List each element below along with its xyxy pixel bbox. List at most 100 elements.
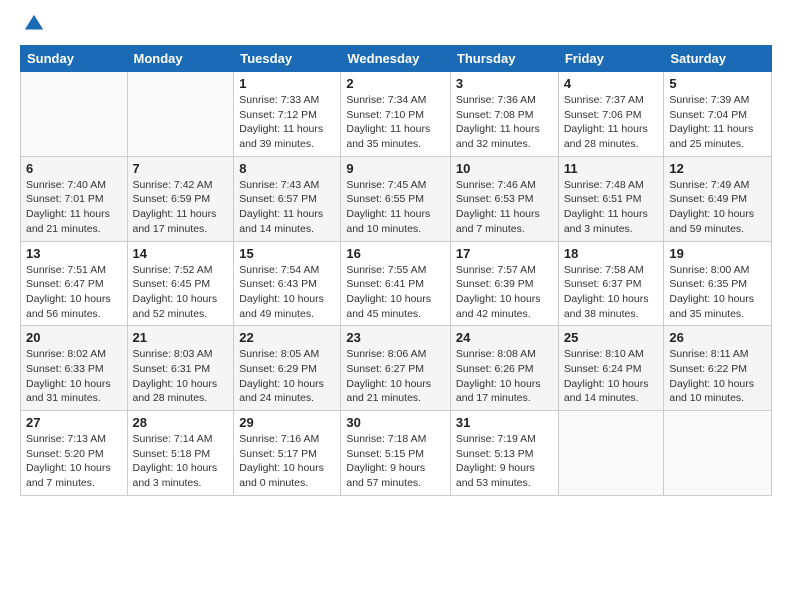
day-info: Sunrise: 7:42 AMSunset: 6:59 PMDaylight:… [133,178,229,237]
day-info: Sunrise: 7:33 AMSunset: 7:12 PMDaylight:… [239,93,335,152]
calendar-day-cell: 1 Sunrise: 7:33 AMSunset: 7:12 PMDaylight… [234,72,341,157]
day-info: Sunrise: 7:55 AMSunset: 6:41 PMDaylight:… [346,263,445,322]
calendar-day-cell: 12 Sunrise: 7:49 AMSunset: 6:49 PMDayligh… [664,156,772,241]
day-number: 21 [133,330,229,345]
calendar-day-cell [127,72,234,157]
calendar-header-saturday: Saturday [664,46,772,72]
day-number: 6 [26,161,122,176]
calendar-day-cell: 6 Sunrise: 7:40 AMSunset: 7:01 PMDaylight… [21,156,128,241]
calendar-header-monday: Monday [127,46,234,72]
day-number: 22 [239,330,335,345]
day-info: Sunrise: 8:00 AMSunset: 6:35 PMDaylight:… [669,263,766,322]
day-number: 1 [239,76,335,91]
calendar-day-cell: 21 Sunrise: 8:03 AMSunset: 6:31 PMDayligh… [127,326,234,411]
calendar-day-cell: 8Sunrise: 7:43 AMSunset: 6:57 PMDaylight… [234,156,341,241]
day-number: 4 [564,76,659,91]
calendar-day-cell: 29 Sunrise: 7:16 AMSunset: 5:17 PMDayligh… [234,411,341,496]
day-number: 2 [346,76,445,91]
calendar-day-cell: 5Sunrise: 7:39 AMSunset: 7:04 PMDaylight… [664,72,772,157]
logo-icon [23,13,45,35]
day-number: 5 [669,76,766,91]
day-number: 13 [26,246,122,261]
day-info: Sunrise: 7:48 AMSunset: 6:51 PMDaylight:… [564,178,659,237]
calendar-week-row: 27 Sunrise: 7:13 AMSunset: 5:20 PMDayligh… [21,411,772,496]
calendar-day-cell: 4 Sunrise: 7:37 AMSunset: 7:06 PMDaylight… [558,72,664,157]
calendar-day-cell: 14Sunrise: 7:52 AMSunset: 6:45 PMDayligh… [127,241,234,326]
calendar-header-wednesday: Wednesday [341,46,451,72]
calendar-day-cell: 16 Sunrise: 7:55 AMSunset: 6:41 PMDayligh… [341,241,451,326]
day-info: Sunrise: 7:49 AMSunset: 6:49 PMDaylight:… [669,178,766,237]
calendar-day-cell [558,411,664,496]
day-info: Sunrise: 7:18 AMSunset: 5:15 PMDaylight:… [346,432,445,491]
page: SundayMondayTuesdayWednesdayThursdayFrid… [0,0,792,612]
day-info: Sunrise: 7:51 AMSunset: 6:47 PMDaylight:… [26,263,122,322]
day-info: Sunrise: 7:58 AMSunset: 6:37 PMDaylight:… [564,263,659,322]
day-number: 9 [346,161,445,176]
calendar-day-cell: 28 Sunrise: 7:14 AMSunset: 5:18 PMDayligh… [127,411,234,496]
day-info: Sunrise: 7:36 AMSunset: 7:08 PMDaylight:… [456,93,553,152]
day-number: 26 [669,330,766,345]
day-number: 27 [26,415,122,430]
calendar-header-friday: Friday [558,46,664,72]
day-info: Sunrise: 7:40 AMSunset: 7:01 PMDaylight:… [26,178,122,237]
day-number: 24 [456,330,553,345]
day-info: Sunrise: 7:19 AMSunset: 5:13 PMDaylight:… [456,432,553,491]
day-number: 20 [26,330,122,345]
day-info: Sunrise: 8:08 AMSunset: 6:26 PMDaylight:… [456,347,553,406]
day-info: Sunrise: 7:34 AMSunset: 7:10 PMDaylight:… [346,93,445,152]
day-info: Sunrise: 7:45 AMSunset: 6:55 PMDaylight:… [346,178,445,237]
calendar-day-cell: 27 Sunrise: 7:13 AMSunset: 5:20 PMDayligh… [21,411,128,496]
day-info: Sunrise: 8:02 AMSunset: 6:33 PMDaylight:… [26,347,122,406]
day-info: Sunrise: 8:11 AMSunset: 6:22 PMDaylight:… [669,347,766,406]
calendar-day-cell: 26 Sunrise: 8:11 AMSunset: 6:22 PMDayligh… [664,326,772,411]
day-number: 28 [133,415,229,430]
calendar-day-cell: 23 Sunrise: 8:06 AMSunset: 6:27 PMDayligh… [341,326,451,411]
calendar-day-cell: 30 Sunrise: 7:18 AMSunset: 5:15 PMDayligh… [341,411,451,496]
header [20,15,772,35]
day-number: 30 [346,415,445,430]
day-number: 29 [239,415,335,430]
calendar-day-cell: 17Sunrise: 7:57 AMSunset: 6:39 PMDayligh… [450,241,558,326]
day-info: Sunrise: 8:03 AMSunset: 6:31 PMDaylight:… [133,347,229,406]
calendar-day-cell: 19Sunrise: 8:00 AMSunset: 6:35 PMDayligh… [664,241,772,326]
day-info: Sunrise: 7:16 AMSunset: 5:17 PMDaylight:… [239,432,335,491]
day-number: 12 [669,161,766,176]
day-info: Sunrise: 8:10 AMSunset: 6:24 PMDaylight:… [564,347,659,406]
calendar-day-cell: 24 Sunrise: 8:08 AMSunset: 6:26 PMDayligh… [450,326,558,411]
day-info: Sunrise: 8:06 AMSunset: 6:27 PMDaylight:… [346,347,445,406]
calendar-day-cell: 7 Sunrise: 7:42 AMSunset: 6:59 PMDaylight… [127,156,234,241]
calendar-day-cell: 25 Sunrise: 8:10 AMSunset: 6:24 PMDayligh… [558,326,664,411]
day-info: Sunrise: 7:13 AMSunset: 5:20 PMDaylight:… [26,432,122,491]
calendar-week-row: 1 Sunrise: 7:33 AMSunset: 7:12 PMDaylight… [21,72,772,157]
day-info: Sunrise: 8:05 AMSunset: 6:29 PMDaylight:… [239,347,335,406]
calendar-day-cell: 3Sunrise: 7:36 AMSunset: 7:08 PMDaylight… [450,72,558,157]
calendar-day-cell: 15Sunrise: 7:54 AMSunset: 6:43 PMDayligh… [234,241,341,326]
day-number: 23 [346,330,445,345]
calendar-week-row: 6 Sunrise: 7:40 AMSunset: 7:01 PMDaylight… [21,156,772,241]
calendar-day-cell: 22 Sunrise: 8:05 AMSunset: 6:29 PMDayligh… [234,326,341,411]
calendar-day-cell: 11Sunrise: 7:48 AMSunset: 6:51 PMDayligh… [558,156,664,241]
day-number: 7 [133,161,229,176]
calendar-day-cell: 13 Sunrise: 7:51 AMSunset: 6:47 PMDayligh… [21,241,128,326]
calendar-day-cell: 18 Sunrise: 7:58 AMSunset: 6:37 PMDayligh… [558,241,664,326]
day-number: 16 [346,246,445,261]
calendar-table: SundayMondayTuesdayWednesdayThursdayFrid… [20,45,772,496]
day-info: Sunrise: 7:14 AMSunset: 5:18 PMDaylight:… [133,432,229,491]
day-info: Sunrise: 7:57 AMSunset: 6:39 PMDaylight:… [456,263,553,322]
calendar-header-sunday: Sunday [21,46,128,72]
calendar-day-cell: 10Sunrise: 7:46 AMSunset: 6:53 PMDayligh… [450,156,558,241]
calendar-day-cell [21,72,128,157]
day-number: 25 [564,330,659,345]
calendar-day-cell: 2 Sunrise: 7:34 AMSunset: 7:10 PMDaylight… [341,72,451,157]
day-info: Sunrise: 7:37 AMSunset: 7:06 PMDaylight:… [564,93,659,152]
logo-area [20,15,45,35]
logo-text [20,15,45,35]
day-number: 18 [564,246,659,261]
day-info: Sunrise: 7:52 AMSunset: 6:45 PMDaylight:… [133,263,229,322]
calendar-day-cell [664,411,772,496]
calendar-day-cell: 20 Sunrise: 8:02 AMSunset: 6:33 PMDayligh… [21,326,128,411]
calendar-day-cell: 31 Sunrise: 7:19 AMSunset: 5:13 PMDayligh… [450,411,558,496]
day-number: 15 [239,246,335,261]
day-number: 10 [456,161,553,176]
day-number: 31 [456,415,553,430]
